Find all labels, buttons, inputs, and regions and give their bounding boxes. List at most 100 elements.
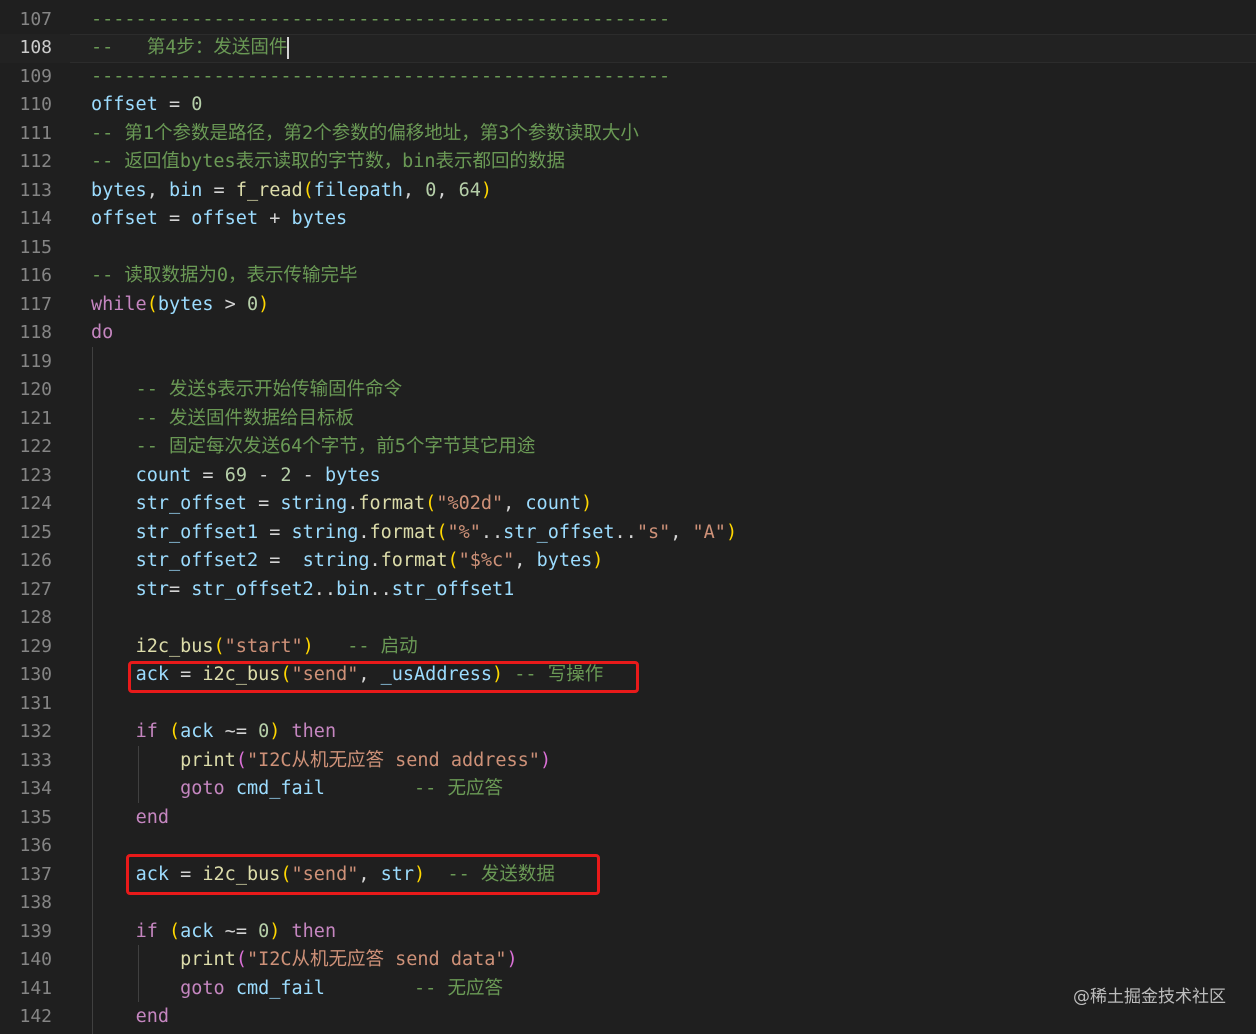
string: "send" (291, 863, 359, 885)
code-line[interactable]: 121 -- 发送固件数据给目标板 (0, 405, 1256, 434)
comment: -- 固定每次发送64个字节，前5个字节其它用途 (135, 436, 536, 457)
comment: -- 第1个参数是路径，第2个参数的偏移地址，第3个参数读取大小 (91, 122, 639, 144)
code-text[interactable]: count = 69 - 2 - bytes (91, 462, 381, 491)
code-text[interactable]: if (ack ~= 0) then (91, 718, 337, 747)
keyword: while (91, 293, 147, 315)
comment: -- 写操作 (514, 664, 604, 685)
operator: .. (369, 578, 392, 600)
identifier: ack (135, 863, 169, 885)
operator: , (514, 550, 537, 571)
code-text[interactable]: -- 固定每次发送64个字节，前5个字节其它用途 (91, 433, 536, 462)
code-line[interactable]: 117 while(bytes > 0) (0, 291, 1256, 320)
line-number: 128 (19, 607, 52, 628)
number: 2 (280, 464, 292, 486)
code-line[interactable]: 123 count = 69 - 2 - bytes (0, 462, 1256, 491)
code-text[interactable]: -- 第4步：发送固件 (91, 34, 290, 63)
code-line[interactable]: 135 end (0, 804, 1256, 833)
code-text[interactable]: while(bytes > 0) (91, 291, 269, 320)
identifier: str_offset1 (135, 521, 259, 543)
code-text[interactable]: print("I2C从机无应答 send address") (91, 747, 551, 776)
identifier: count (135, 464, 192, 486)
code-text[interactable]: end (91, 1003, 169, 1032)
code-line[interactable]: 130 ack = i2c_bus("send", _usAddress) --… (0, 661, 1256, 690)
code-line[interactable]: 109 -------------------------------------… (0, 63, 1256, 92)
code-line[interactable]: 110 offset = 0 (0, 91, 1256, 120)
code-line[interactable]: 129 i2c_bus("start") -- 启动 (0, 633, 1256, 662)
operator: , (402, 179, 426, 201)
code-text[interactable]: ----------------------------------------… (91, 6, 670, 35)
code-text[interactable]: offset = offset + bytes (91, 205, 347, 234)
code-text[interactable]: goto cmd_fail -- 无应答 (91, 775, 503, 804)
code-line[interactable]: 131 (0, 690, 1256, 719)
code-line[interactable]: 115 (0, 234, 1256, 263)
code-line[interactable]: 107 -------------------------------------… (0, 6, 1256, 35)
code-text[interactable]: -- 发送固件数据给目标板 (91, 405, 354, 434)
operator: , (670, 521, 693, 543)
code-text[interactable]: if (ack ~= 0) then (91, 918, 337, 947)
code-text[interactable]: ----------------------------------------… (91, 63, 670, 92)
bracket: ) (302, 635, 314, 657)
code-line[interactable]: 134 goto cmd_fail -- 无应答 (0, 775, 1256, 804)
code-text[interactable]: -- 读取数据为0，表示传输完毕 (91, 262, 358, 291)
comment: -- 发送数据 (447, 863, 555, 885)
bracket: ) (269, 920, 281, 942)
code-line[interactable]: 138 (0, 889, 1256, 918)
code-text[interactable]: goto cmd_fail -- 无应答 (91, 975, 503, 1004)
code-line[interactable]: 112 -- 返回值bytes表示读取的字节数，bin表示都回的数据 (0, 148, 1256, 177)
code-text[interactable]: ack = i2c_bus("send", str) -- 发送数据 (91, 861, 555, 890)
code-text[interactable]: print("I2C从机无应答 send data") (91, 946, 518, 975)
code-line[interactable]: 132 if (ack ~= 0) then (0, 718, 1256, 747)
operator: , (503, 493, 526, 514)
code-line[interactable]: 141 goto cmd_fail -- 无应答 (0, 975, 1256, 1004)
code-text[interactable]: bytes, bin = f_read(filepath, 0, 64) (91, 177, 492, 206)
code-text[interactable]: str= str_offset2..bin..str_offset1 (91, 576, 515, 605)
code-text[interactable]: str_offset2 = string.format("$%c", bytes… (91, 547, 604, 576)
operator (91, 978, 180, 999)
code-line[interactable]: 124 str_offset = string.format("%02d", c… (0, 490, 1256, 519)
code-text[interactable]: ack = i2c_bus("send", _usAddress) -- 写操作 (91, 661, 604, 690)
code-line[interactable]: 118 do (0, 319, 1256, 348)
identifier: bytes (536, 550, 593, 571)
code-text[interactable]: str_offset = string.format("%02d", count… (91, 490, 593, 519)
code-line[interactable]: 142 end (0, 1003, 1256, 1032)
code-line[interactable]: 128 (0, 604, 1256, 633)
code-line[interactable]: 125 str_offset1 = string.format("%"..str… (0, 519, 1256, 548)
code-text[interactable]: do (91, 319, 113, 348)
code-editor[interactable]: 107 -------------------------------------… (0, 0, 1256, 1034)
operator: = (168, 578, 192, 600)
identifier: str_offset (135, 493, 247, 514)
code-text[interactable]: -- 第1个参数是路径，第2个参数的偏移地址，第3个参数读取大小 (91, 120, 639, 149)
code-line[interactable]: 137 ack = i2c_bus("send", str) -- 发送数据 (0, 861, 1256, 890)
code-line[interactable]: 113 bytes, bin = f_read(filepath, 0, 64) (0, 177, 1256, 206)
function-name: f_read (235, 179, 303, 201)
indent-guide-if-2 (138, 945, 139, 1002)
code-line[interactable]: 122 -- 固定每次发送64个字节，前5个字节其它用途 (0, 433, 1256, 462)
string: "s" (636, 521, 671, 543)
code-text[interactable]: -- 发送$表示开始传输固件命令 (91, 376, 403, 405)
code-line[interactable]: 126 str_offset2 = string.format("$%c", b… (0, 547, 1256, 576)
code-line[interactable]: 136 (0, 832, 1256, 861)
line-number: 138 (19, 892, 52, 913)
operator: . (369, 550, 381, 571)
code-line[interactable]: 108 -- 第4步：发送固件 (0, 34, 1256, 63)
code-line[interactable]: 116 -- 读取数据为0，表示传输完毕 (0, 262, 1256, 291)
bracket: ) (725, 521, 738, 543)
code-line[interactable]: 114 offset = offset + bytes (0, 205, 1256, 234)
code-text[interactable]: end (91, 804, 169, 833)
code-text[interactable]: -- 返回值bytes表示读取的字节数，bin表示都回的数据 (91, 148, 565, 177)
code-text[interactable]: i2c_bus("start") -- 启动 (91, 633, 418, 662)
code-line[interactable]: 133 print("I2C从机无应答 send address") (0, 747, 1256, 776)
code-line[interactable]: 119 (0, 348, 1256, 377)
code-text[interactable]: offset = 0 (91, 91, 202, 120)
code-text[interactable]: str_offset1 = string.format("%"..str_off… (91, 519, 738, 548)
comment: -- 发送固件数据给目标板 (135, 407, 354, 429)
number: 0 (425, 179, 437, 201)
line-number: 118 (19, 322, 52, 343)
code-line[interactable]: 111 -- 第1个参数是路径，第2个参数的偏移地址，第3个参数读取大小 (0, 120, 1256, 149)
code-line[interactable]: 139 if (ack ~= 0) then (0, 918, 1256, 947)
code-line[interactable]: 140 print("I2C从机无应答 send data") (0, 946, 1256, 975)
keyword: if (135, 721, 158, 742)
code-line[interactable]: 120 -- 发送$表示开始传输固件命令 (0, 376, 1256, 405)
bracket: ( (168, 920, 181, 942)
code-line[interactable]: 127 str= str_offset2..bin..str_offset1 (0, 576, 1256, 605)
